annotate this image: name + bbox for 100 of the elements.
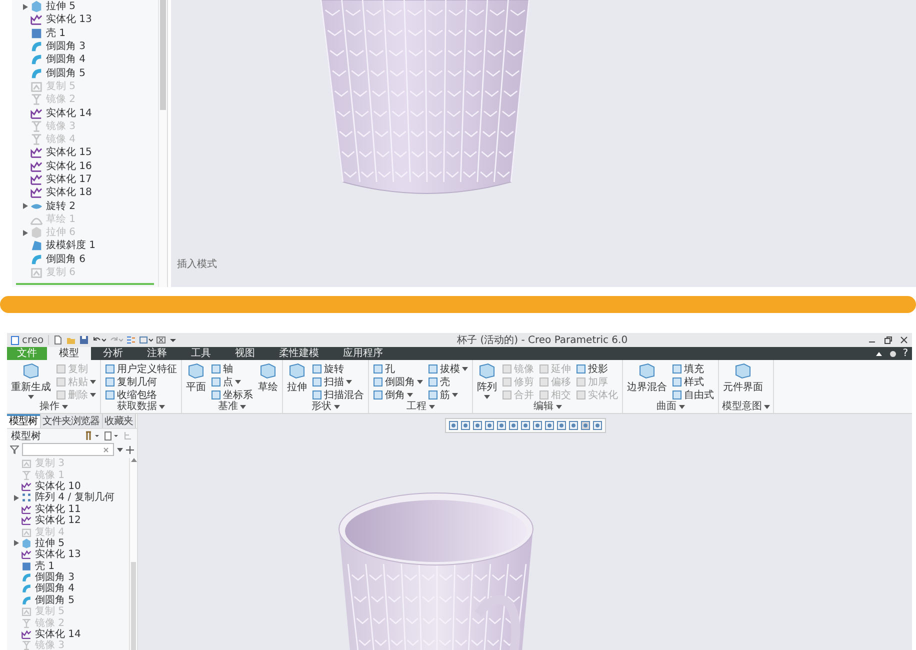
ribbon-button[interactable]: 壳 (427, 375, 469, 388)
navigator-tab[interactable]: 文件夹浏览器 (40, 414, 102, 428)
page-icon[interactable] (104, 431, 120, 441)
new-file-icon[interactable] (52, 335, 63, 345)
ribbon-button[interactable]: 阵列 (476, 362, 498, 401)
ribbon-button[interactable]: 平面 (185, 362, 207, 401)
tree-item[interactable]: 拉伸 5 (46, 1, 76, 12)
ribbon-button[interactable]: 扫描 (311, 375, 365, 388)
ribbon-button[interactable]: 草绘 (257, 362, 279, 401)
navigator-tab[interactable]: 收藏夹 (102, 414, 136, 428)
group-menu[interactable]: 获取数据 (104, 401, 178, 413)
save-icon[interactable] (78, 335, 89, 345)
ribbon-button[interactable]: 筋 (427, 388, 469, 401)
tree-item[interactable]: 实体化 12 (35, 515, 81, 526)
ribbon-button[interactable]: 元件界面 (722, 362, 764, 401)
tree-item[interactable]: 实体化 14 (46, 108, 92, 119)
tree-item[interactable]: 实体化 13 (46, 14, 92, 26)
hierarchy-icon[interactable] (123, 431, 133, 441)
tree-item[interactable]: 壳 1 (35, 560, 55, 572)
ribbon-button[interactable]: 点 (210, 375, 254, 388)
close-window-icon[interactable] (156, 335, 166, 345)
tree-item[interactable]: 倒圆角 4 (35, 583, 75, 594)
curve-icon (21, 504, 32, 515)
tree-item[interactable]: 拔模斜度 1 (46, 240, 96, 252)
filter-field[interactable] (22, 443, 114, 456)
ribbon-button[interactable]: 旋转 (311, 362, 365, 375)
ribbon-tab[interactable]: 视图 (223, 347, 267, 360)
collapse-ribbon-icon[interactable] (874, 350, 883, 358)
windows-icon[interactable] (138, 335, 153, 345)
tree-item[interactable]: 实体化 16 (46, 160, 92, 172)
tree-item[interactable]: 实体化 11 (35, 504, 81, 515)
tree-item[interactable]: 倒圆角 3 (35, 572, 75, 584)
ribbon-button[interactable]: 倒圆角 (372, 375, 424, 388)
ribbon-button[interactable]: 填充 (671, 362, 715, 375)
help-button[interactable]: ? (902, 348, 908, 359)
group-menu[interactable]: 操作 (10, 401, 97, 413)
ribbon-tab[interactable]: 工具 (179, 347, 223, 360)
group-menu[interactable]: 工程 (372, 401, 469, 413)
window-title: 杯子 (活动的) - Creo Parametric 6.0 (456, 334, 629, 347)
tools-icon[interactable] (85, 431, 101, 441)
tree-item[interactable]: 壳 1 (46, 28, 66, 39)
tree-item[interactable]: 实体化 13 (35, 549, 81, 560)
scrollbar[interactable] (129, 458, 137, 650)
frame-icon (21, 606, 32, 618)
navigator-tab[interactable]: 模型树 (7, 414, 40, 428)
curve-icon (30, 186, 43, 200)
fillet-icon (30, 252, 43, 266)
tree-item[interactable]: 倒圆角 4 (46, 54, 86, 66)
ribbon-button[interactable]: 重新生成 (10, 362, 52, 401)
tree-item[interactable]: 实体化 15 (46, 147, 92, 158)
tree-item[interactable]: 倒圆角 3 (46, 41, 86, 52)
expand-arrow-icon[interactable] (14, 494, 18, 501)
tree-item[interactable]: 实体化 18 (46, 187, 92, 198)
scrollbar[interactable] (158, 0, 168, 287)
caret-icon[interactable] (117, 448, 123, 452)
close-icon[interactable] (900, 336, 908, 344)
restore-icon[interactable] (884, 336, 892, 344)
ribbon-button[interactable]: 复制几何 (104, 375, 178, 388)
tree-item[interactable]: 倒圆角 5 (35, 594, 75, 606)
logo-text: creo (22, 334, 44, 346)
tree-item[interactable]: 阵列 4 / 复制几何 (35, 492, 114, 504)
filter-icon[interactable] (10, 445, 19, 454)
plus-icon[interactable] (126, 446, 134, 454)
ribbon-button[interactable]: 扫描混合 (311, 388, 365, 401)
group-menu[interactable]: 曲面 (626, 401, 715, 413)
expand-arrow-icon[interactable] (22, 203, 28, 210)
ribbon-button[interactable]: 倒角 (372, 388, 424, 401)
expand-arrow-icon[interactable] (22, 4, 28, 10)
tree-item[interactable]: 拉伸 5 (35, 538, 65, 549)
group-menu[interactable]: 基准 (185, 401, 279, 413)
ribbon-button[interactable]: 拉伸 (286, 362, 308, 401)
ribbon-button[interactable]: 边界混合 (626, 362, 668, 401)
ribbon-button[interactable]: 样式 (671, 375, 715, 388)
clear-icon[interactable] (103, 446, 109, 452)
ribbon-tab[interactable]: 注释 (135, 347, 179, 360)
group-menu[interactable]: 模型意图 (722, 401, 770, 413)
ribbon-button[interactable]: 拔模 (427, 362, 469, 375)
expand-arrow-icon[interactable] (14, 540, 18, 546)
ribbon-button[interactable]: 收缩包络 (104, 388, 178, 401)
tree-item[interactable]: 旋转 2 (46, 200, 76, 212)
ribbon-button[interactable]: 轴 (210, 362, 254, 375)
ribbon-tab[interactable]: 柔性建模 (267, 347, 331, 360)
ribbon-button[interactable]: 自由式 (671, 388, 715, 401)
tree-item[interactable]: 倒圆角 6 (46, 254, 86, 265)
ribbon-button[interactable]: 用户定义特征 (104, 362, 178, 375)
tree-item[interactable]: 实体化 14 (35, 629, 81, 640)
ribbon-button[interactable]: 坐标系 (210, 388, 254, 401)
ribbon-tab[interactable]: 模型 (47, 347, 91, 360)
tree-item[interactable]: 实体化 10 (35, 480, 81, 492)
ribbon-button[interactable]: 孔 (372, 362, 424, 375)
group-menu[interactable]: 形状 (286, 401, 365, 413)
scroll-up-icon[interactable] (130, 458, 136, 462)
regenerate-icon[interactable] (126, 335, 136, 345)
group-menu[interactable]: 编辑 (476, 401, 619, 413)
ribbon-tab[interactable]: 分析 (91, 347, 135, 360)
tree-item[interactable]: 倒圆角 5 (46, 68, 86, 79)
ribbon-button[interactable]: 投影 (575, 362, 619, 375)
ribbon-tab[interactable]: 应用程序 (331, 347, 395, 360)
fillet-icon (21, 594, 32, 606)
tree-item[interactable]: 实体化 17 (46, 174, 92, 185)
